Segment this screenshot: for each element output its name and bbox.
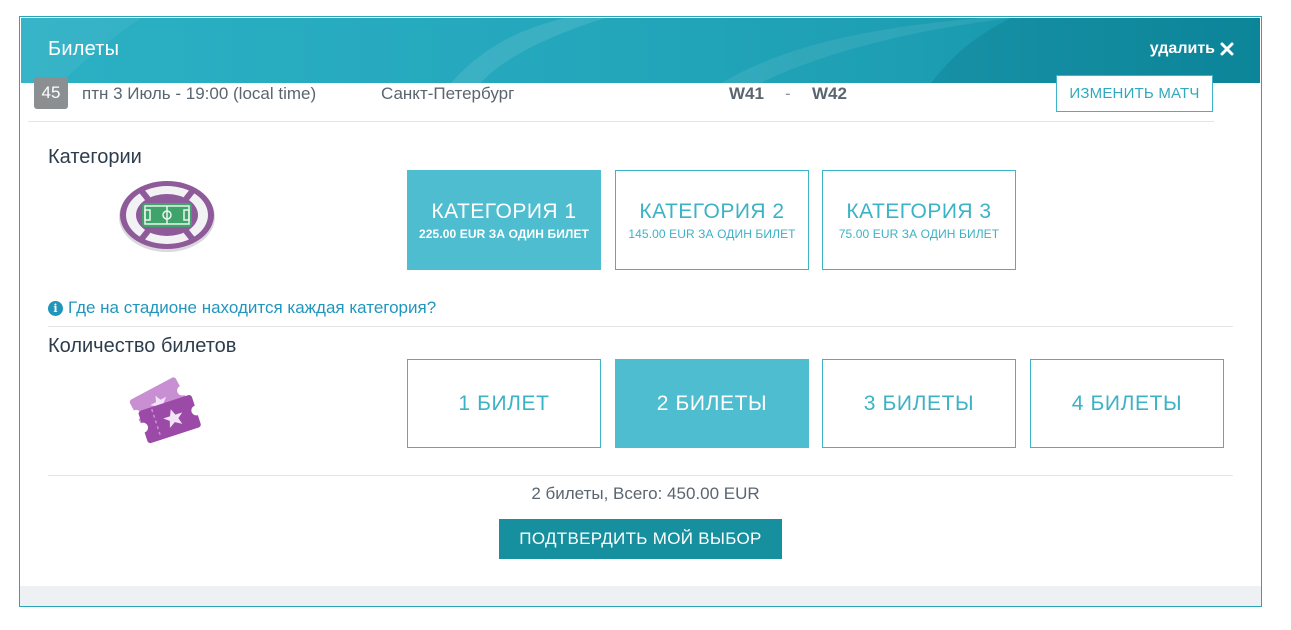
panel-footer bbox=[20, 586, 1261, 606]
match-row: 45 птн 3 Июль - 19:00 (local time) Санкт… bbox=[28, 75, 1214, 122]
team-b: W42 bbox=[812, 84, 847, 103]
quantity-label: Количество билетов bbox=[48, 335, 237, 357]
category-price: 225.00 EUR ЗА ОДИН БИЛЕТ bbox=[419, 226, 589, 241]
info-icon: i bbox=[48, 300, 63, 316]
close-icon bbox=[1220, 42, 1234, 56]
delete-label: удалить bbox=[1149, 40, 1215, 57]
page-title: Билеты bbox=[48, 38, 120, 60]
category-title: КАТЕГОРИЯ 3 bbox=[846, 199, 992, 223]
quantity-option-label: 2 БИЛЕТЫ bbox=[656, 391, 768, 415]
match-date: птн 3 Июль - 19:00 (local time) bbox=[82, 84, 317, 103]
stadium-icon bbox=[119, 181, 215, 252]
category-info-text: Где на стадионе находится каждая категор… bbox=[68, 298, 437, 317]
panel-header: Билеты удалить bbox=[21, 18, 1260, 83]
quantity-option-label: 3 БИЛЕТЫ bbox=[863, 391, 975, 415]
categories-label: Категории bbox=[48, 146, 142, 168]
category-title: КАТЕГОРИЯ 2 bbox=[639, 199, 785, 223]
quantity-4-tile[interactable]: 4 БИЛЕТЫ bbox=[1030, 359, 1224, 448]
category-price: 145.00 EUR ЗА ОДИН БИЛЕТ bbox=[628, 226, 796, 241]
divider bbox=[48, 475, 1233, 476]
match-number-badge: 45 bbox=[34, 77, 68, 109]
category-info-link[interactable]: i Где на стадионе находится каждая катег… bbox=[48, 298, 436, 318]
quantity-1-tile[interactable]: 1 БИЛЕТ bbox=[407, 359, 601, 448]
quantity-3-tile[interactable]: 3 БИЛЕТЫ bbox=[822, 359, 1016, 448]
change-match-button[interactable]: ИЗМЕНИТЬ МАТЧ bbox=[1056, 75, 1213, 112]
match-city: Санкт-Петербург bbox=[381, 84, 515, 103]
quantity-2-tile[interactable]: 2 БИЛЕТЫ bbox=[615, 359, 809, 448]
category-price: 75.00 EUR ЗА ОДИН БИЛЕТ bbox=[838, 226, 1000, 241]
tickets-icon bbox=[129, 377, 202, 444]
divider bbox=[48, 326, 1233, 327]
quantity-option-label: 1 БИЛЕТ bbox=[458, 391, 550, 415]
category-1-tile[interactable]: КАТЕГОРИЯ 1 225.00 EUR ЗА ОДИН БИЛЕТ bbox=[407, 170, 601, 270]
confirm-button[interactable]: ПОДТВЕРДИТЬ МОЙ ВЫБОР bbox=[499, 519, 782, 559]
header-decoration bbox=[21, 18, 1260, 83]
delete-button[interactable]: удалить bbox=[1150, 40, 1234, 58]
category-3-tile[interactable]: КАТЕГОРИЯ 3 75.00 EUR ЗА ОДИН БИЛЕТ bbox=[822, 170, 1016, 270]
team-separator: - bbox=[785, 84, 791, 103]
category-title: КАТЕГОРИЯ 1 bbox=[431, 199, 577, 223]
quantity-option-label: 4 БИЛЕТЫ bbox=[1071, 391, 1183, 415]
order-summary: 2 билеты, Всего: 450.00 EUR bbox=[531, 484, 760, 503]
category-2-tile[interactable]: КАТЕГОРИЯ 2 145.00 EUR ЗА ОДИН БИЛЕТ bbox=[615, 170, 809, 270]
team-a: W41 bbox=[729, 84, 764, 103]
